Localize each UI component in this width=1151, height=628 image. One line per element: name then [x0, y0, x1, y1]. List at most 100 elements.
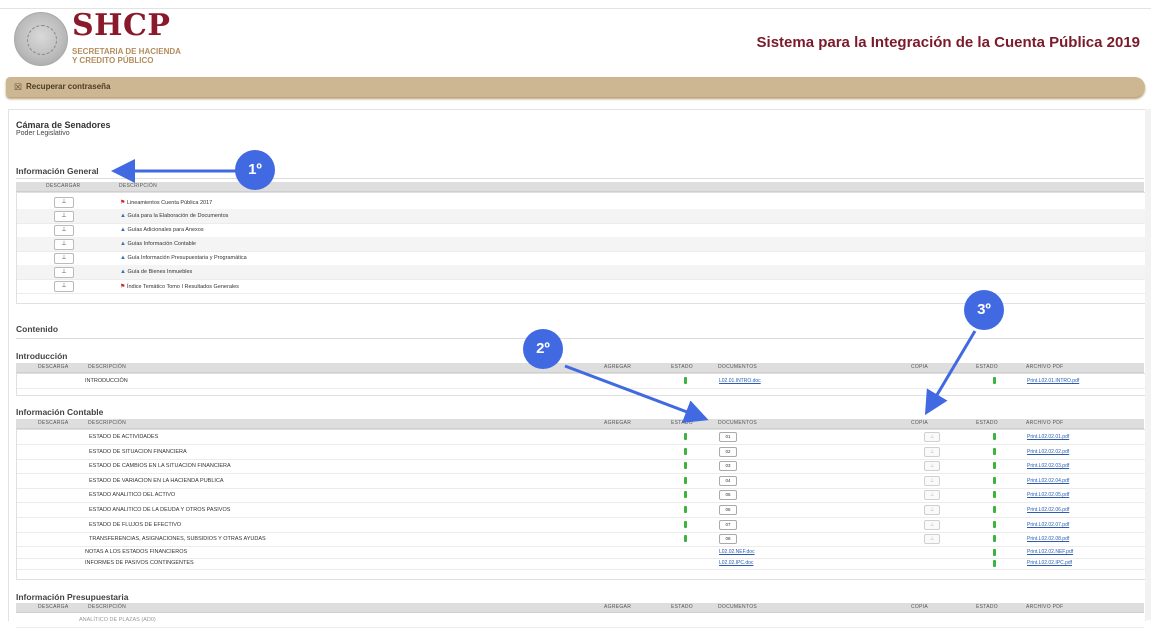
status-indicator [993, 491, 996, 499]
document-link[interactable]: L02.01.INTRO.doc [719, 378, 761, 384]
row-description: ESTADO DE VARIACION EN LA HACIENDA PUBLI… [89, 477, 224, 484]
status-indicator [993, 447, 996, 455]
copy-button[interactable]: ⊥ [924, 446, 940, 457]
zip-icon: ▲ [120, 255, 126, 261]
main-panel: Cámara de Senadores Poder Legislativo In… [8, 109, 1146, 628]
download-button[interactable]: ⊥ [54, 267, 74, 278]
col-header-status: ESTADO [671, 604, 693, 610]
status-indicator [993, 476, 996, 484]
copy-button[interactable]: ⊥ [924, 432, 940, 442]
table-row: ESTADO DE SITUACION FINANCIERA 02 ⊥ Print.L… [17, 445, 1145, 460]
pdf-link[interactable]: Print.L02.02.NEF.pdf [1027, 549, 1073, 555]
recover-password-link[interactable]: Recuperar contraseña [26, 82, 110, 91]
row-description: ⚑ Índice Temático Tomo I Resultados Gene… [120, 283, 239, 290]
download-button[interactable]: ⊥ [54, 225, 74, 236]
col-header-description: DESCRIPCIÓN [88, 604, 127, 610]
entity-name: Cámara de Senadores [16, 120, 111, 130]
section-title-contenido: Contenido [16, 324, 59, 334]
status-indicator [684, 447, 687, 455]
row-description: INTRODUCCIÓN [85, 378, 128, 384]
pdf-link[interactable]: Print.L02.02.07.pdf [1027, 522, 1069, 528]
download-button[interactable]: ⊥ [54, 211, 74, 222]
copy-button[interactable]: ⊥ [924, 475, 940, 486]
callout-2: 2º [523, 329, 563, 369]
pdf-link[interactable]: Print.L02.02.04.pdf [1027, 478, 1069, 484]
status-indicator [993, 377, 996, 384]
edit-document-button[interactable]: 06 [719, 505, 737, 515]
copy-button[interactable]: ⊥ [924, 461, 940, 472]
section-divider [16, 338, 1144, 339]
envelope-icon[interactable]: ☒ [14, 82, 22, 93]
status-indicator [993, 433, 996, 440]
pdf-link[interactable]: Print.L02.01.INTRO.pdf [1027, 378, 1079, 384]
col-header-description: DESCRIPCIÓN [119, 183, 158, 189]
page-header: SHCP SECRETARIA DE HACIENDA Y CREDITO PÚ… [0, 8, 1151, 72]
col-header-add: AGREGAR [604, 420, 632, 426]
brand-subtitle-line2: Y CREDITO PÚBLICO [72, 56, 154, 65]
callout-1: 1º [235, 150, 275, 190]
status-indicator [684, 377, 687, 384]
zip-icon: ▲ [120, 241, 126, 247]
document-link[interactable]: L02.02.NEF.doc [719, 549, 755, 555]
section-divider [16, 178, 1144, 179]
download-button[interactable]: ⊥ [54, 281, 74, 292]
section-title-info-general: Información General [16, 166, 99, 176]
table-row: ESTADO DE VARIACION EN LA HACIENDA PUBLI… [17, 474, 1145, 489]
download-button[interactable]: ⊥ [54, 253, 74, 264]
edit-document-button[interactable]: 02 [719, 446, 737, 457]
intro-table: INTRODUCCIÓN L02.01.INTRO.doc Print.L02.01… [16, 373, 1146, 396]
row-description: ⚑ Lineamientos Cuenta Pública 2017 [120, 199, 212, 206]
copy-button[interactable]: ⊥ [924, 519, 940, 530]
pdf-link[interactable]: Print.L02.02.01.pdf [1027, 434, 1069, 440]
col-header-download: DESCARGAR [46, 183, 81, 189]
edit-document-button[interactable]: 03 [719, 461, 737, 472]
download-button[interactable]: ⊥ [54, 239, 74, 250]
pdf-link[interactable]: Print.L02.02.IPC.pdf [1027, 560, 1072, 566]
edit-document-button[interactable]: 08 [719, 534, 737, 545]
pdf-link[interactable]: Print.L02.02.06.pdf [1027, 507, 1069, 513]
pdf-link[interactable]: Print.L02.02.05.pdf [1027, 492, 1069, 498]
col-header-add: AGREGAR [604, 364, 632, 370]
copy-button[interactable]: ⊥ [924, 505, 940, 515]
row-description-text: Guías Información Contable [127, 241, 196, 247]
edit-document-button[interactable]: 05 [719, 490, 737, 501]
zip-icon: ▲ [120, 269, 126, 275]
menu-bar: ☒ Recuperar contraseña [6, 77, 1145, 97]
pdf-link[interactable]: Print.L02.02.08.pdf [1027, 536, 1069, 542]
col-header-status: ESTADO [976, 604, 998, 610]
presupuestaria-table-header: DESCARGA DESCRIPCIÓN AGREGAR ESTADO DOCUMENT… [16, 603, 1144, 613]
col-header-description: DESCRIPCIÓN [88, 364, 127, 370]
pdf-link[interactable]: Print.L02.02.02.pdf [1027, 449, 1069, 455]
intro-table-header: DESCARGA DESCRIPCIÓN AGREGAR ESTADO DOCUMENT… [16, 363, 1144, 373]
edit-document-button[interactable]: 01 [719, 432, 737, 442]
edit-document-button[interactable]: 04 [719, 475, 737, 486]
table-row: ⊥ ▲ Guías Información Contable [17, 237, 1145, 252]
document-link[interactable]: L02.02.IPC.doc [719, 560, 753, 566]
row-description-text: Guía Información Presupuestaria y Progra… [127, 255, 247, 261]
col-header-pdf: ARCHIVO PDF [1026, 364, 1064, 370]
col-header-status: ESTADO [671, 364, 693, 370]
status-indicator [993, 462, 996, 470]
entity-branch: Poder Legislativo [16, 130, 70, 137]
row-description: ESTADO ANALITICO DEL ACTIVO [89, 492, 176, 499]
download-button[interactable]: ⊥ [54, 197, 74, 208]
status-indicator [993, 520, 996, 528]
row-description: ▲ Guía Información Presupuestaria y Prog… [120, 255, 247, 261]
row-description: ▲ Guías Información Contable [120, 241, 196, 247]
scrollbar[interactable] [1145, 109, 1151, 620]
col-header-documents: DOCUMENTOS [718, 364, 758, 370]
col-header-description: DESCRIPCIÓN [88, 420, 127, 426]
copy-button[interactable]: ⊥ [924, 534, 940, 545]
row-description: INFORMES DE PASIVOS CONTINGENTES [85, 559, 194, 566]
col-header-documents: DOCUMENTOS [718, 604, 758, 610]
pdf-icon: ⚑ [120, 200, 126, 206]
edit-document-button[interactable]: 07 [719, 519, 737, 530]
col-header-download: DESCARGA [38, 364, 69, 370]
row-description: ESTADO DE FLUJOS DE EFECTIVO [89, 521, 182, 528]
status-indicator [684, 491, 687, 499]
row-description: ▲ Guía para la Elaboración de Documentos [120, 213, 228, 219]
copy-button[interactable]: ⊥ [924, 490, 940, 501]
row-description-text: Guías Adicionales para Anexos [127, 227, 204, 233]
table-row: INTRODUCCIÓN L02.01.INTRO.doc Print.L02.01… [17, 374, 1145, 389]
pdf-link[interactable]: Print.L02.02.03.pdf [1027, 463, 1069, 469]
